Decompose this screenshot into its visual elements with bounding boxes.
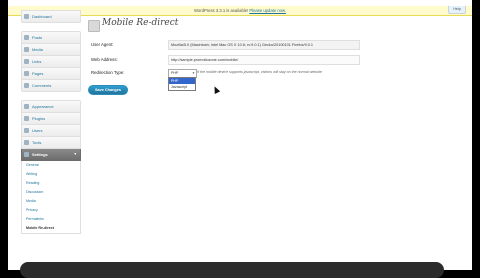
web-address-input[interactable]: http://sample.promotiozone.com/mobile/	[168, 55, 360, 65]
sidebar-item-label: Media	[32, 47, 43, 52]
posts-icon	[24, 35, 29, 40]
redirection-type-dropdown: PHP Javascript	[168, 77, 196, 91]
sidebar-item-comments[interactable]: Comments	[21, 80, 81, 92]
submenu-item-reading[interactable]: Reading	[22, 179, 80, 188]
select-value: PHP	[171, 71, 179, 75]
appearance-icon	[24, 104, 29, 109]
sidebar-item-pages[interactable]: Pages	[21, 68, 81, 80]
sidebar-item-dashboard[interactable]: Dashboard	[21, 10, 81, 23]
save-changes-button[interactable]: Save Changes	[88, 85, 128, 95]
dropdown-option-javascript[interactable]: Javascript	[169, 84, 195, 90]
plugins-icon	[24, 116, 29, 121]
mouse-cursor-icon	[211, 85, 221, 94]
settings-page-icon	[88, 20, 100, 32]
chevron-down-icon: ▼	[73, 152, 77, 156]
sidebar-item-label: Plugins	[32, 116, 46, 121]
sidebar-item-appearance[interactable]: Appearance	[21, 100, 81, 113]
sidebar-item-links[interactable]: Links	[21, 56, 81, 68]
chevron-down-icon: ▼	[192, 71, 195, 75]
sidebar-item-label: Posts	[32, 35, 43, 40]
redirection-type-label: Redirection Type:	[91, 70, 125, 75]
sidebar-item-settings[interactable]: Settings ▼	[21, 149, 81, 161]
web-address-label: Web Address:	[91, 57, 118, 62]
sidebar-item-posts[interactable]: Posts	[21, 31, 81, 44]
comments-icon	[24, 83, 29, 88]
user-agent-field: Mozilla/5.0 (Macintosh; Intel Mac OS X 1…	[168, 40, 360, 50]
sidebar-item-tools[interactable]: Tools	[21, 137, 81, 149]
submenu-item-mobile-redirect[interactable]: Mobile Re-direct	[22, 224, 80, 233]
submenu-item-permalinks[interactable]: Permalinks	[22, 215, 80, 224]
sidebar-item-label: Tools	[32, 140, 42, 145]
sidebar-item-media[interactable]: Media	[21, 44, 81, 56]
update-now-link[interactable]: Please update now.	[249, 8, 286, 13]
redirection-hint: If the mobile device supports javascript…	[197, 70, 322, 74]
settings-icon	[24, 152, 29, 157]
submenu-item-writing[interactable]: Writing	[22, 170, 80, 179]
settings-submenu: General Writing Reading Discussion Media…	[21, 161, 81, 234]
links-icon	[24, 59, 29, 64]
sidebar-item-label: Pages	[32, 71, 44, 76]
sidebar-item-label: Dashboard	[32, 14, 52, 19]
sidebar-item-plugins[interactable]: Plugins	[21, 113, 81, 125]
tools-icon	[24, 140, 29, 145]
submenu-item-media[interactable]: Media	[22, 197, 80, 206]
sidebar-item-label: Links	[32, 59, 42, 64]
media-icon	[24, 47, 29, 52]
submenu-item-privacy[interactable]: Privacy	[22, 206, 80, 215]
sidebar-item-label: Users	[32, 128, 43, 133]
sidebar-item-label: Appearance	[32, 104, 54, 109]
browser-screen: WordPress 3.3.1 is available! Please upd…	[8, 0, 472, 270]
admin-sidebar: Dashboard Posts Media Links Pages Commen…	[21, 10, 81, 234]
sidebar-item-users[interactable]: Users	[21, 125, 81, 137]
submenu-item-discussion[interactable]: Discussion	[22, 188, 80, 197]
sidebar-item-label: Settings	[32, 152, 48, 157]
update-notice-text: WordPress 3.3.1 is available!	[194, 8, 249, 13]
submenu-item-general[interactable]: General	[22, 161, 80, 170]
user-agent-label: User Agent:	[91, 42, 114, 47]
sidebar-item-label: Comments	[32, 83, 52, 88]
dashboard-icon	[24, 14, 29, 19]
video-control-bar	[20, 262, 444, 278]
page-title: Mobile Re-direct	[102, 18, 179, 28]
help-tab[interactable]: Help	[448, 6, 466, 14]
pages-icon	[24, 71, 29, 76]
users-icon	[24, 128, 29, 133]
